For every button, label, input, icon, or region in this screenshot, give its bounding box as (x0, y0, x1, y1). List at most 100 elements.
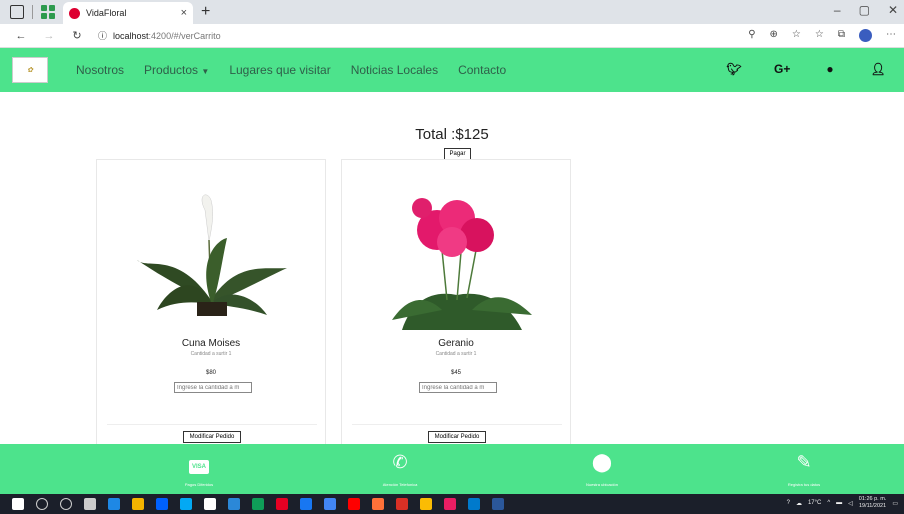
nav-link-lugares[interactable]: Lugares que visitar (229, 63, 330, 77)
address-bar: ← → ↻ ⓘ localhost:4200/#/verCarrito ⚲ ⊕ … (0, 24, 904, 48)
google-plus-icon[interactable]: G+ (774, 62, 790, 76)
notifications-icon[interactable]: ▭ (892, 500, 898, 507)
site-logo[interactable]: ✿ (12, 57, 48, 83)
forward-icon[interactable]: → (42, 30, 56, 42)
user-icon[interactable]: 👤︎ (870, 62, 886, 76)
windows-start-icon[interactable] (12, 498, 24, 510)
footer-label: Nuestra ubicación (585, 482, 619, 487)
back-icon[interactable]: ← (14, 30, 28, 42)
tab-actions-icon[interactable] (10, 5, 24, 19)
product-name: Geranio (438, 338, 474, 349)
minimize-icon[interactable]: – (834, 3, 841, 17)
visa-card-icon: VISA (189, 460, 209, 474)
nav-link-contacto[interactable]: Contacto (458, 63, 506, 77)
quantity-input[interactable] (174, 382, 252, 393)
peace-lily-image (137, 194, 287, 316)
divider (352, 424, 562, 425)
edit-icon: ✎ (796, 452, 812, 472)
url-field[interactable]: ⓘ localhost:4200/#/verCarrito (98, 29, 221, 42)
product-card: Cuna Moises Cantidad a surtir 1 $80 Modi… (96, 159, 326, 449)
new-tab-button[interactable]: + (201, 3, 210, 21)
edge-icon[interactable] (108, 498, 120, 510)
footer-item-phone[interactable]: ✆ Atención Telefonica (360, 452, 440, 487)
app-icon[interactable] (324, 498, 336, 510)
sheets-icon[interactable] (252, 498, 264, 510)
cortana-icon[interactable] (60, 498, 72, 510)
mail-icon[interactable] (228, 498, 240, 510)
weather-icon: ☁ (795, 500, 802, 507)
gmail-icon[interactable] (396, 498, 408, 510)
youtube-icon[interactable] (348, 498, 360, 510)
github-icon[interactable]: ● (822, 62, 838, 76)
facebook-icon[interactable] (300, 498, 312, 510)
site-navbar: ✿ Nosotros Productos ▼ Lugares que visit… (0, 48, 904, 92)
footer-label: Atención Telefonica (382, 482, 418, 487)
tray-chevron-icon[interactable]: ^ (827, 500, 830, 506)
search-icon[interactable]: ⚲ (748, 29, 755, 42)
footer-label: Registra tus datos (787, 482, 821, 487)
cart-total: Total :$125 (415, 126, 489, 143)
map-pin-icon: ⬤ (591, 452, 613, 472)
window-controls: – ▢ ✕ (834, 3, 898, 17)
clock-date: 19/11/2021 (859, 503, 887, 509)
firefox-icon[interactable] (372, 498, 384, 510)
network-icon[interactable]: ▬ (836, 500, 842, 506)
nav-link-nosotros[interactable]: Nosotros (76, 63, 124, 77)
file-explorer-icon[interactable] (132, 498, 144, 510)
twitter-icon[interactable]: 🐦︎ (726, 62, 742, 76)
dropbox-icon[interactable] (156, 498, 168, 510)
product-price: $45 (450, 370, 461, 376)
phone-icon: ✆ (392, 452, 408, 472)
help-icon[interactable]: ? (787, 500, 790, 506)
site-info-icon[interactable]: ⓘ (98, 29, 107, 42)
footer-item-payments[interactable]: VISA Pagos Diferidos (159, 452, 239, 487)
site-footer: VISA Pagos Diferidos ✆ Atención Telefoni… (0, 444, 904, 494)
more-menu-icon[interactable]: ⋯ (886, 29, 896, 42)
pinterest-icon[interactable] (276, 498, 288, 510)
app-icon[interactable] (444, 498, 456, 510)
footer-label: Pagos Diferidos (184, 482, 214, 487)
product-card: Geranio Cantidad a surtir 1 $45 Modifica… (341, 159, 571, 449)
collections-icon[interactable]: ⧉ (838, 29, 845, 42)
divider (32, 5, 33, 19)
caret-down-icon: ▼ (201, 67, 210, 76)
os-taskbar: ? ☁ 17°C ^ ▬ ◁ 01:26 p. m. 19/11/2021 ▭ (0, 494, 904, 514)
geranium-image (392, 198, 532, 330)
product-price: $80 (205, 370, 216, 376)
clock[interactable]: 01:26 p. m. 19/11/2021 (859, 496, 887, 510)
divider (107, 424, 317, 425)
footer-item-register[interactable]: ✎ Registra tus datos (764, 452, 844, 487)
visual-studio-icon[interactable] (468, 498, 480, 510)
tab-title: VidaFloral (86, 8, 127, 18)
read-aloud-icon[interactable]: ☆ (792, 29, 801, 42)
browser-tab[interactable]: VidaFloral × (63, 2, 193, 24)
favorites-icon[interactable]: ☆ (815, 29, 824, 42)
weather-temp[interactable]: 17°C (808, 500, 821, 506)
workspaces-icon[interactable] (41, 5, 55, 19)
product-quantity: Cantidad a surtir 1 (435, 351, 477, 357)
app-icon[interactable] (420, 498, 432, 510)
vscode-icon[interactable] (180, 498, 192, 510)
footer-item-location[interactable]: ⬤ Nuestra ubicación (562, 452, 642, 487)
restore-icon[interactable]: ▢ (859, 3, 870, 17)
system-tray: ? ☁ 17°C ^ ▬ ◁ 01:26 p. m. 19/11/2021 ▭ (787, 496, 898, 510)
profile-avatar[interactable] (859, 29, 872, 42)
task-view-icon[interactable] (84, 498, 96, 510)
search-icon[interactable] (36, 498, 48, 510)
modify-order-button[interactable]: Modificar Pedido (428, 431, 486, 443)
reload-icon[interactable]: ↻ (70, 29, 84, 42)
nav-links: Nosotros Productos ▼ Lugares que visitar… (56, 63, 506, 77)
tab-close-icon[interactable]: × (181, 7, 187, 19)
social-links: 🐦︎ G+ ● 👤︎ (726, 62, 886, 76)
angular-favicon-icon (69, 7, 80, 19)
word-icon[interactable] (492, 498, 504, 510)
volume-icon[interactable]: ◁ (848, 500, 853, 507)
quantity-input[interactable] (419, 382, 497, 393)
zoom-icon[interactable]: ⊕ (770, 29, 778, 42)
modify-order-button[interactable]: Modificar Pedido (183, 431, 241, 443)
close-window-icon[interactable]: ✕ (888, 3, 898, 17)
nav-link-productos[interactable]: Productos ▼ (144, 63, 209, 77)
store-icon[interactable] (204, 498, 216, 510)
nav-link-noticias[interactable]: Noticias Locales (351, 63, 438, 77)
url-host: localhost (113, 30, 149, 41)
